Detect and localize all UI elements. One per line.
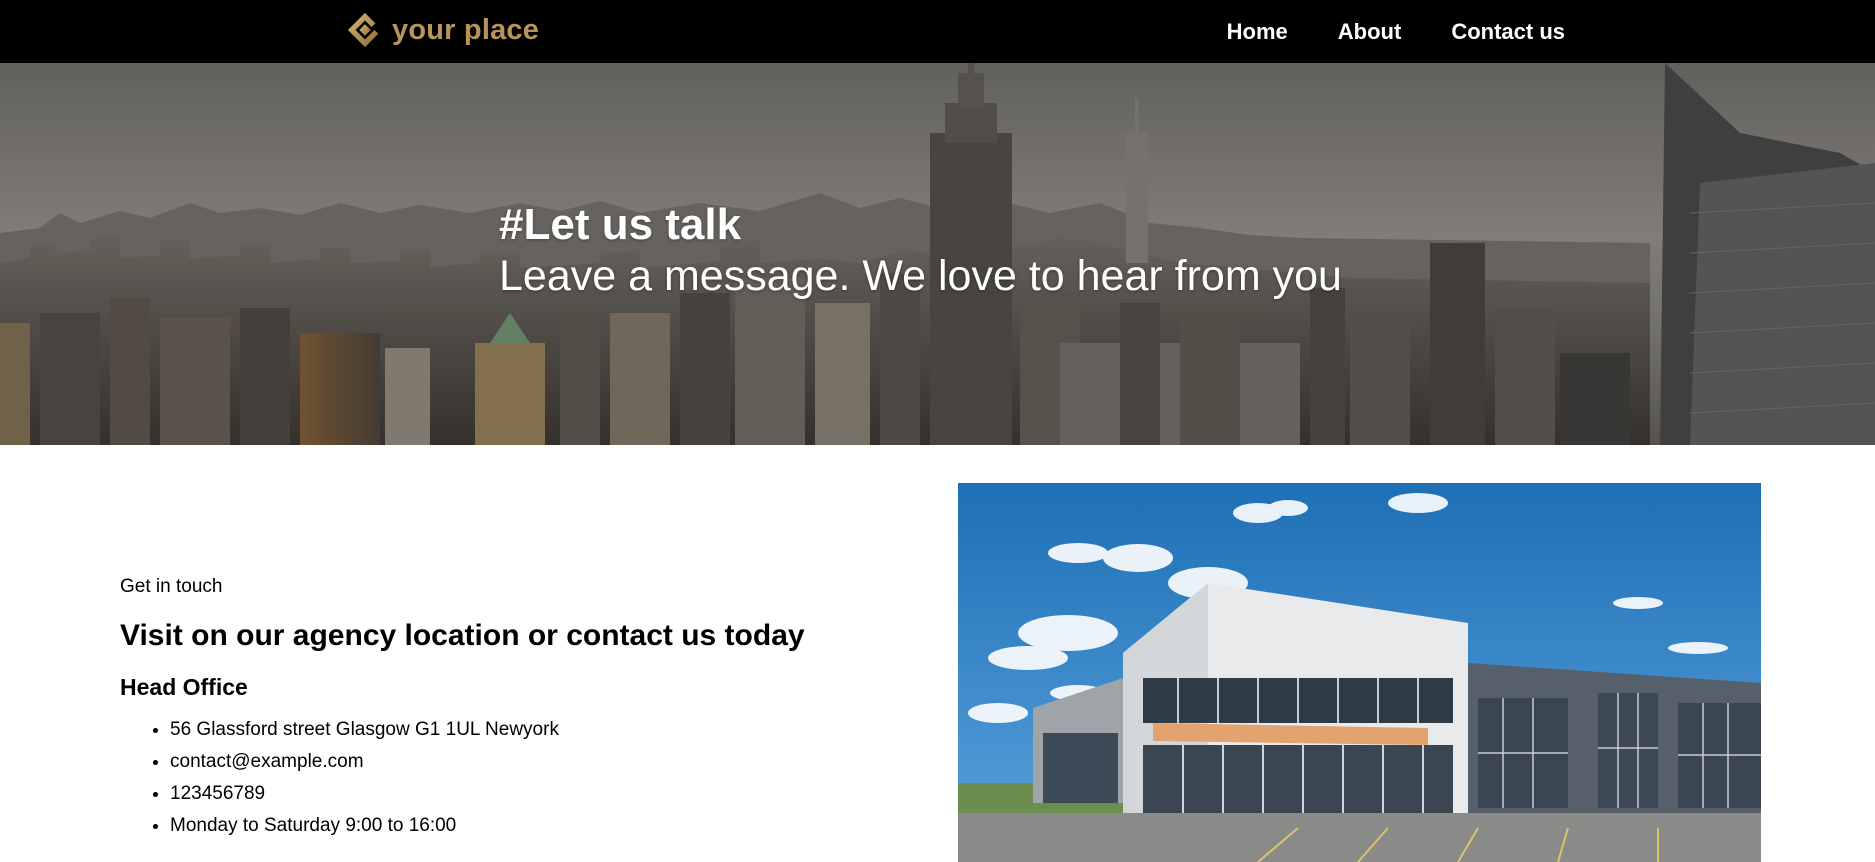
- brand-logo-link[interactable]: your place: [346, 10, 539, 50]
- contact-heading: Visit on our agency location or contact …: [120, 619, 805, 652]
- main-nav: Home About Contact us: [1227, 0, 1565, 63]
- office-building-illustration: [958, 483, 1761, 862]
- contact-section: Get in touch Visit on our agency locatio…: [120, 574, 880, 842]
- top-navbar: your place Home About Contact us: [0, 0, 1875, 63]
- office-phone: 123456789: [170, 778, 880, 810]
- hero-banner: #Let us talk Leave a message. We love to…: [0, 63, 1875, 445]
- diamond-logo-icon: [347, 12, 379, 48]
- brand-name: your place: [392, 13, 540, 46]
- nav-contact-link[interactable]: Contact us: [1451, 19, 1565, 45]
- contact-eyebrow: Get in touch: [120, 576, 223, 597]
- office-details-list: 56 Glassford street Glasgow G1 1UL Newyo…: [120, 714, 880, 842]
- office-email: contact@example.com: [170, 746, 880, 778]
- hero-text: #Let us talk Leave a message. We love to…: [499, 201, 1342, 303]
- office-building-image: [958, 483, 1761, 862]
- hero-title: #Let us talk: [499, 200, 742, 249]
- office-address: 56 Glassford street Glasgow G1 1UL Newyo…: [170, 714, 880, 746]
- office-heading: Head Office: [120, 674, 248, 700]
- nav-about-link[interactable]: About: [1338, 19, 1402, 45]
- nav-home-link[interactable]: Home: [1227, 19, 1288, 45]
- office-hours: Monday to Saturday 9:00 to 16:00: [170, 810, 880, 842]
- hero-subtitle: Leave a message. We love to hear from yo…: [499, 252, 1342, 300]
